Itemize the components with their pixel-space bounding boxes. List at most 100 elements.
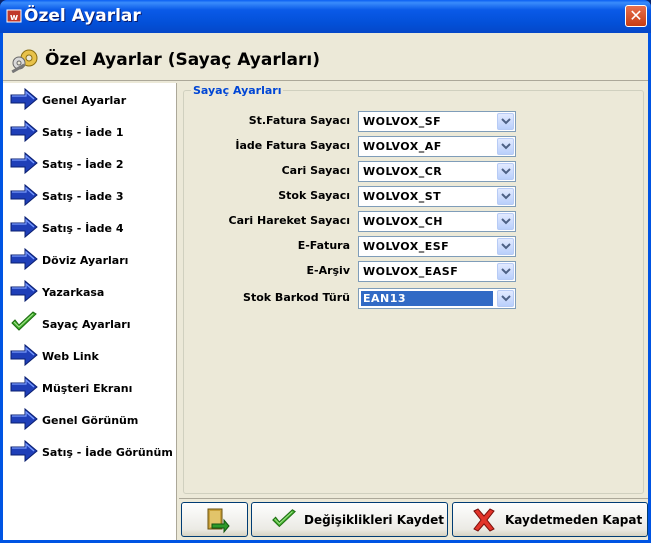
combo-dropdown-button[interactable] xyxy=(497,163,514,180)
chevron-down-icon xyxy=(501,268,511,275)
blue-arrow-icon xyxy=(10,247,38,271)
stok-barkod-turu-label: Stok Barkod Türü xyxy=(243,291,350,304)
red-x-icon xyxy=(473,508,495,532)
svg-text:w: w xyxy=(10,13,18,23)
st-fatura-sayaci-label: St.Fatura Sayacı xyxy=(248,114,350,127)
chevron-down-icon xyxy=(501,218,511,225)
sidebar-item-satis-iade-2[interactable]: Satış - İade 2 xyxy=(3,147,177,179)
blue-arrow-icon xyxy=(10,375,38,399)
sidebar-item-label: Genel Ayarlar xyxy=(42,94,127,107)
sidebar-item-label: Satış - İade 2 xyxy=(42,158,124,171)
page-title: Özel Ayarlar (Sayaç Ayarları) xyxy=(45,50,320,70)
chevron-down-icon xyxy=(501,118,511,125)
door-exit-icon xyxy=(207,508,230,534)
footer-toolbar: Değişiklikleri Kaydet Kaydetmeden Kapat xyxy=(179,498,648,540)
blue-arrow-icon xyxy=(10,183,38,207)
sidebar-item-label: Satış - İade Görünüm xyxy=(42,446,173,459)
close-button[interactable]: ✕ xyxy=(625,5,647,27)
sidebar-item-label: Sayaç Ayarları xyxy=(42,318,131,331)
st-fatura-sayaci-select[interactable]: WOLVOX_SF xyxy=(358,111,516,132)
sidebar-item-yazarkasa[interactable]: Yazarkasa xyxy=(3,275,177,307)
sidebar-item-sayac-ayarlari[interactable]: Sayaç Ayarları xyxy=(3,307,177,339)
combo-dropdown-button[interactable] xyxy=(497,113,514,130)
sidebar-item-label: Web Link xyxy=(42,350,99,363)
combo-value: WOLVOX_ESF xyxy=(363,240,450,253)
combo-value: WOLVOX_AF xyxy=(363,140,442,153)
sidebar-item-label: Yazarkasa xyxy=(42,286,105,299)
close-without-saving-label: Kaydetmeden Kapat xyxy=(505,513,643,527)
field-label-box: Stok Barkod Türü xyxy=(184,289,350,309)
sidebar-item-musteri-ekrani[interactable]: Müşteri Ekranı xyxy=(3,371,177,403)
sidebar-item-genel-gorunum[interactable]: Genel Görünüm xyxy=(3,403,177,435)
stok-sayaci-label: Stok Sayacı xyxy=(278,189,350,202)
chevron-down-icon xyxy=(501,295,511,302)
sidebar-item-label: Genel Görünüm xyxy=(42,414,139,427)
combo-dropdown-button[interactable] xyxy=(497,188,514,205)
sidebar-nav: Genel Ayarlar Satış - İade 1 Satış - İad… xyxy=(3,83,177,540)
page-header: Özel Ayarlar (Sayaç Ayarları) xyxy=(3,33,648,81)
combo-value: WOLVOX_EASF xyxy=(363,265,459,278)
green-check-icon xyxy=(11,311,37,331)
blue-arrow-icon xyxy=(10,439,38,463)
sidebar-item-satis-iade-3[interactable]: Satış - İade 3 xyxy=(3,179,177,211)
close-without-saving-button[interactable]: Kaydetmeden Kapat xyxy=(452,502,648,537)
stok-barkod-turu-select[interactable]: EAN13 xyxy=(358,288,516,309)
blue-arrow-icon xyxy=(10,151,38,175)
e-fatura-select[interactable]: WOLVOX_ESF xyxy=(358,236,516,257)
sidebar-item-label: Satış - İade 4 xyxy=(42,222,124,235)
sidebar-item-genel-ayarlar[interactable]: Genel Ayarlar xyxy=(3,83,177,115)
sidebar-item-satis-iade-4[interactable]: Satış - İade 4 xyxy=(3,211,177,243)
combo-value: WOLVOX_SF xyxy=(363,115,442,128)
e-fatura-label: E-Fatura xyxy=(297,239,350,252)
combo-value: WOLVOX_CH xyxy=(363,215,444,228)
cari-hareket-sayaci-select[interactable]: WOLVOX_CH xyxy=(358,211,516,232)
sidebar-item-satis-iade-1[interactable]: Satış - İade 1 xyxy=(3,115,177,147)
blue-arrow-icon xyxy=(10,119,38,143)
green-check-icon xyxy=(272,509,296,528)
cari-hareket-sayaci-label: Cari Hareket Sayacı xyxy=(228,214,351,227)
blue-arrow-icon xyxy=(10,407,38,431)
cari-sayaci-label: Cari Sayacı xyxy=(281,164,350,177)
cari-sayaci-select[interactable]: WOLVOX_CR xyxy=(358,161,516,182)
sidebar-item-satis-iade-gorunum[interactable]: Satış - İade Görünüm xyxy=(3,435,177,467)
settings-panel: Sayaç Ayarları St.Fatura Sayacı WOLVOX_S… xyxy=(179,83,648,498)
save-changes-button[interactable]: Değişiklikleri Kaydet xyxy=(251,502,448,537)
window-title: Özel Ayarlar xyxy=(24,6,141,26)
iade-fatura-sayaci-select[interactable]: WOLVOX_AF xyxy=(358,136,516,157)
blue-arrow-icon xyxy=(10,343,38,367)
client-area: Özel Ayarlar (Sayaç Ayarları) Genel Ayar… xyxy=(3,33,648,540)
iade-fatura-sayaci-label: İade Fatura Sayacı xyxy=(235,139,350,152)
field-label-box: Cari Sayacı xyxy=(184,162,350,182)
sidebar-item-label: Müşteri Ekranı xyxy=(42,382,133,395)
counter-settings-group: Sayaç Ayarları St.Fatura Sayacı WOLVOX_S… xyxy=(183,84,644,494)
combo-dropdown-button[interactable] xyxy=(497,290,514,307)
chevron-down-icon xyxy=(501,243,511,250)
sidebar-item-label: Döviz Ayarları xyxy=(42,254,129,267)
stok-sayaci-select[interactable]: WOLVOX_ST xyxy=(358,186,516,207)
gears-wrench-icon xyxy=(11,49,38,73)
field-label-box: E-Fatura xyxy=(184,237,350,257)
combo-dropdown-button[interactable] xyxy=(497,213,514,230)
chevron-down-icon xyxy=(501,193,511,200)
combo-dropdown-button[interactable] xyxy=(497,263,514,280)
app-icon: w xyxy=(6,9,22,23)
combo-value: WOLVOX_ST xyxy=(363,190,442,203)
e-arsiv-select[interactable]: WOLVOX_EASF xyxy=(358,261,516,282)
field-label-box: İade Fatura Sayacı xyxy=(184,137,350,157)
title-bar[interactable]: w Özel Ayarlar ✕ xyxy=(0,0,651,33)
blue-arrow-icon xyxy=(10,279,38,303)
sidebar-item-label: Satış - İade 3 xyxy=(42,190,124,203)
field-label-box: Stok Sayacı xyxy=(184,187,350,207)
sidebar-item-doviz-ayarlari[interactable]: Döviz Ayarları xyxy=(3,243,177,275)
blue-arrow-icon xyxy=(10,87,38,111)
e-arsiv-label: E-Arşiv xyxy=(306,264,350,277)
combo-dropdown-button[interactable] xyxy=(497,138,514,155)
exit-button[interactable] xyxy=(181,502,248,537)
sidebar-item-web-link[interactable]: Web Link xyxy=(3,339,177,371)
field-label-box: Cari Hareket Sayacı xyxy=(184,212,351,232)
field-label-box: St.Fatura Sayacı xyxy=(184,112,350,132)
group-legend: Sayaç Ayarları xyxy=(191,84,284,97)
field-label-box: E-Arşiv xyxy=(184,262,350,282)
combo-dropdown-button[interactable] xyxy=(497,238,514,255)
blue-arrow-icon xyxy=(10,215,38,239)
